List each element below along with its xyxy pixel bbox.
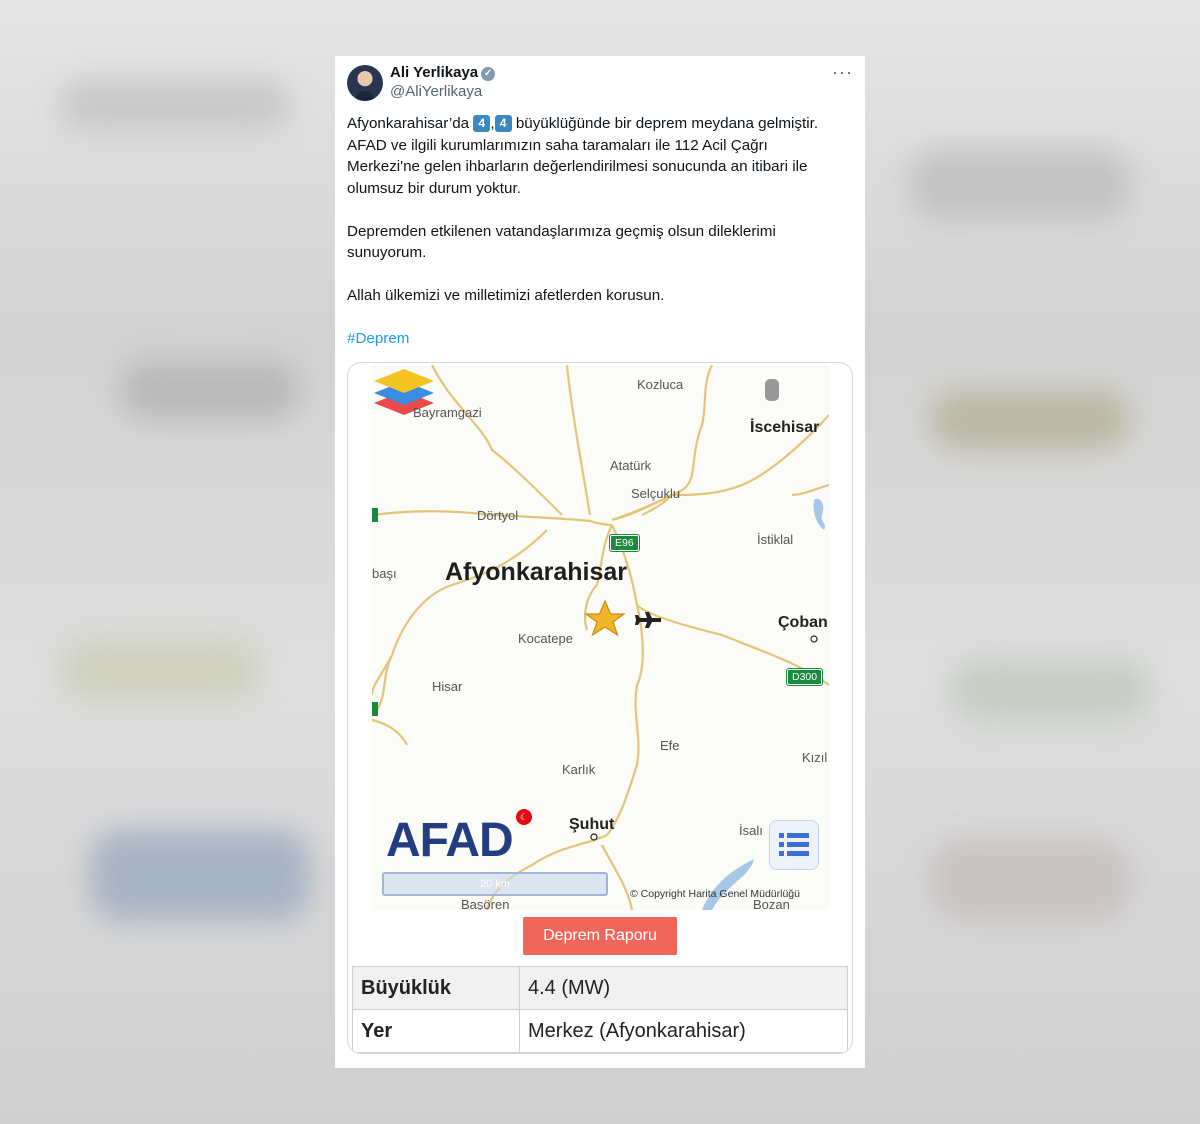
epicenter-star-icon xyxy=(584,599,626,637)
afad-logo: AFAD xyxy=(386,814,514,867)
tweet-text: Afyonkarahisar’da 4,4 büyüklüğünde bir d… xyxy=(347,113,837,350)
media-card[interactable]: Kozluca Bayramgazi İscehisar Atatürk Sel… xyxy=(347,362,853,1054)
author-name[interactable]: Ali Yerlikaya ✓ xyxy=(390,64,496,81)
more-options-icon[interactable]: ··· xyxy=(832,62,853,83)
row-value: Merkez (Afyonkarahisar) xyxy=(519,1009,848,1053)
map-label-isali: İsalı xyxy=(739,823,763,838)
road-shield-e96: E96 xyxy=(609,534,640,552)
verified-badge-icon: ✓ xyxy=(481,67,496,81)
map-label-hisar: Hisar xyxy=(432,679,463,694)
table-row: Yer Merkez (Afyonkarahisar) xyxy=(352,1009,848,1053)
author-handle[interactable]: @AliYerlikaya xyxy=(390,83,482,100)
avatar[interactable] xyxy=(347,65,383,101)
tweet-card: Ali Yerlikaya ✓ @AliYerlikaya ··· Afyonka… xyxy=(335,56,865,1068)
map-label-suhut: Şuhut xyxy=(569,816,615,833)
map-label-istiklal: İstiklal xyxy=(757,532,794,547)
earthquake-info-table: Büyüklük 4.4 (MW) Yer Merkez (Afyonkarah… xyxy=(352,966,848,1053)
row-key: Yer xyxy=(352,1009,520,1053)
map-label-kozluca: Kozluca xyxy=(637,377,684,392)
map-label-efe: Efe xyxy=(660,738,680,753)
map-label-bayramgazi: Bayramgazi xyxy=(413,405,482,420)
turkish-flag-icon: ☾ xyxy=(516,809,532,825)
map-label-afyonkarahisar: Afyonkarahisar xyxy=(445,558,628,586)
keycap-digit: 4 xyxy=(473,115,491,132)
map-label-dortyol: Dörtyol xyxy=(477,508,519,523)
paragraph-2: Depremden etkilenen vatandaşlarımıza geç… xyxy=(347,222,776,262)
map-label-kizil: Kızıl xyxy=(802,750,828,765)
earthquake-report-button[interactable]: Deprem Raporu xyxy=(523,917,677,955)
list-view-icon[interactable] xyxy=(769,820,819,870)
map-label-selcuklu: Selçuklu xyxy=(631,486,681,501)
road-shield-d300: D300 xyxy=(785,668,824,686)
map-label-iscehisar: İscehisar xyxy=(750,419,820,436)
row-key: Büyüklük xyxy=(352,966,520,1010)
row-value: 4.4 (MW) xyxy=(519,966,848,1010)
map-label-basi: başı xyxy=(372,566,397,581)
map-scale-bar: 20 km xyxy=(382,872,608,896)
paragraph-1: Afyonkarahisar’da 4,4 büyüklüğünde bir d… xyxy=(347,115,819,197)
map-label-ataturk: Atatürk xyxy=(610,458,652,473)
map-label-karlik: Karlık xyxy=(562,762,596,777)
map-copyright: © Copyright Harita Genel Müdürlüğü xyxy=(630,888,800,900)
map-label-basoren: Başören xyxy=(461,897,510,910)
paragraph-3: Allah ülkemizi ve milletimizi afetlerden… xyxy=(347,287,665,304)
map-handle[interactable] xyxy=(765,379,779,401)
keycap-digit: 4 xyxy=(494,115,512,132)
map-label-kocatepe: Kocatepe xyxy=(518,631,573,646)
earthquake-map[interactable]: Kozluca Bayramgazi İscehisar Atatürk Sel… xyxy=(372,365,829,910)
hashtag-link[interactable]: #Deprem xyxy=(347,328,837,350)
table-row: Büyüklük 4.4 (MW) xyxy=(352,966,848,1010)
map-label-coban: Çoban xyxy=(778,614,828,631)
